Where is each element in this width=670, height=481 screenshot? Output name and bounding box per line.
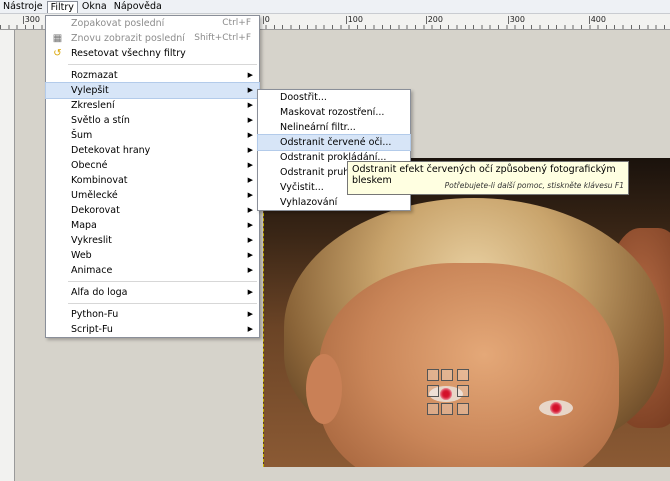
submenu-arrow-icon: ▶ bbox=[247, 221, 253, 229]
menu-item-reshow-last[interactable]: ▦ Znovu zobrazit poslední Shift+Ctrl+F bbox=[46, 31, 259, 46]
submenu-arrow-icon: ▶ bbox=[247, 71, 253, 79]
menu-item-label: Detekovat hrany bbox=[71, 145, 151, 156]
submenu-arrow-icon: ▶ bbox=[247, 191, 253, 199]
menu-item-repeat-last[interactable]: Zopakovat poslední Ctrl+F bbox=[46, 16, 259, 31]
photo-face bbox=[319, 263, 619, 467]
ruler-label: |0 bbox=[262, 15, 270, 24]
tooltip: Odstranit efekt červených očí způsobený … bbox=[347, 161, 629, 195]
menu-item-nl-filter[interactable]: Nelineární filtr... bbox=[258, 120, 410, 135]
filters-menu: Zopakovat poslední Ctrl+F ▦ Znovu zobraz… bbox=[45, 15, 260, 338]
menu-windows[interactable]: Okna bbox=[79, 0, 110, 13]
ruler-label: |300 bbox=[22, 15, 40, 24]
menu-separator bbox=[68, 303, 257, 304]
ruler-label: |200 bbox=[425, 15, 443, 24]
menu-item-alpha-to-logo[interactable]: Alfa do loga ▶ bbox=[46, 285, 259, 300]
menu-item-noise[interactable]: Šum ▶ bbox=[46, 128, 259, 143]
submenu-arrow-icon: ▶ bbox=[247, 325, 253, 333]
selection-handle[interactable] bbox=[457, 369, 469, 381]
red-eye-pupil bbox=[550, 402, 562, 414]
menu-item-web[interactable]: Web ▶ bbox=[46, 248, 259, 263]
menu-item-generic[interactable]: Obecné ▶ bbox=[46, 158, 259, 173]
menu-item-blur[interactable]: Rozmazat ▶ bbox=[46, 68, 259, 83]
menu-item-label: Kombinovat bbox=[71, 175, 128, 186]
submenu-arrow-icon: ▶ bbox=[247, 206, 253, 214]
shortcut-label: Ctrl+F bbox=[222, 18, 251, 28]
selection-handle[interactable] bbox=[427, 385, 439, 397]
menu-item-label: Zkreslení bbox=[71, 100, 115, 111]
menu-item-render[interactable]: Vykreslit ▶ bbox=[46, 233, 259, 248]
menu-item-label: Dekorovat bbox=[71, 205, 120, 216]
selection-handle[interactable] bbox=[457, 385, 469, 397]
menu-item-label: Vykreslit bbox=[71, 235, 112, 246]
menu-item-decor[interactable]: Dekorovat ▶ bbox=[46, 203, 259, 218]
menu-item-antialias[interactable]: Vyhlazování bbox=[258, 195, 410, 210]
submenu-arrow-icon: ▶ bbox=[247, 236, 253, 244]
menu-item-combine[interactable]: Kombinovat ▶ bbox=[46, 173, 259, 188]
menu-item-label: Umělecké bbox=[71, 190, 118, 201]
menu-tools[interactable]: Nástroje bbox=[0, 0, 46, 13]
menu-item-enhance[interactable]: Vylepšit ▶ bbox=[45, 82, 260, 99]
menu-item-label: Vylepšit bbox=[71, 85, 109, 96]
ruler-label: |300 bbox=[507, 15, 525, 24]
menu-separator bbox=[68, 64, 257, 65]
menu-help[interactable]: Nápověda bbox=[111, 0, 165, 13]
ruler-label: |100 bbox=[345, 15, 363, 24]
menu-item-label: Script-Fu bbox=[71, 324, 113, 335]
menu-separator bbox=[68, 281, 257, 282]
submenu-arrow-icon: ▶ bbox=[247, 101, 253, 109]
menu-item-label: Alfa do loga bbox=[71, 287, 128, 298]
vertical-ruler[interactable] bbox=[0, 30, 15, 481]
menu-item-label: Resetovat všechny filtry bbox=[71, 48, 186, 59]
menu-item-label: Python-Fu bbox=[71, 309, 119, 320]
menu-item-artistic[interactable]: Umělecké ▶ bbox=[46, 188, 259, 203]
submenu-arrow-icon: ▶ bbox=[247, 131, 253, 139]
selection-handle[interactable] bbox=[427, 403, 439, 415]
menu-item-label: Šum bbox=[71, 130, 93, 141]
menu-item-label: Mapa bbox=[71, 220, 97, 231]
tooltip-help-hint: Potřebujete-li další pomoc, stiskněte kl… bbox=[444, 181, 624, 190]
submenu-arrow-icon: ▶ bbox=[247, 86, 253, 94]
menu-item-label: Rozmazat bbox=[71, 70, 118, 81]
selection-handle[interactable] bbox=[427, 369, 439, 381]
menu-item-red-eye-removal[interactable]: Odstranit červené oči... bbox=[257, 134, 411, 151]
menu-item-light-shadow[interactable]: Světlo a stín ▶ bbox=[46, 113, 259, 128]
menu-item-label: Web bbox=[71, 250, 92, 261]
menu-item-animation[interactable]: Animace ▶ bbox=[46, 263, 259, 278]
menu-item-unsharp-mask[interactable]: Maskovat rozostření... bbox=[258, 105, 410, 120]
photo-ear bbox=[306, 354, 342, 424]
submenu-arrow-icon: ▶ bbox=[247, 161, 253, 169]
submenu-arrow-icon: ▶ bbox=[247, 176, 253, 184]
menu-item-label: Světlo a stín bbox=[71, 115, 130, 126]
submenu-arrow-icon: ▶ bbox=[247, 251, 253, 259]
right-eye bbox=[539, 400, 573, 416]
menu-item-distorts[interactable]: Zkreslení ▶ bbox=[46, 98, 259, 113]
menu-item-map[interactable]: Mapa ▶ bbox=[46, 218, 259, 233]
submenu-arrow-icon: ▶ bbox=[247, 116, 253, 124]
selection-handle[interactable] bbox=[441, 369, 453, 381]
menu-item-python-fu[interactable]: Python-Fu ▶ bbox=[46, 307, 259, 322]
menu-item-sharpen[interactable]: Doostřit... bbox=[258, 90, 410, 105]
menu-item-reset-all-filters[interactable]: ↺ Resetovat všechny filtry bbox=[46, 46, 259, 61]
selection-handle[interactable] bbox=[457, 403, 469, 415]
menu-item-label: Animace bbox=[71, 265, 113, 276]
submenu-arrow-icon: ▶ bbox=[247, 288, 253, 296]
menubar: Nástroje Filtry Okna Nápověda bbox=[0, 0, 670, 14]
submenu-arrow-icon: ▶ bbox=[247, 146, 253, 154]
shortcut-label: Shift+Ctrl+F bbox=[194, 33, 251, 43]
ruler-label: |400 bbox=[588, 15, 606, 24]
submenu-arrow-icon: ▶ bbox=[247, 266, 253, 274]
menu-item-label: Zopakovat poslední bbox=[71, 18, 165, 29]
selection-handle[interactable] bbox=[441, 403, 453, 415]
menu-item-script-fu[interactable]: Script-Fu ▶ bbox=[46, 322, 259, 337]
reshow-filter-icon: ▦ bbox=[52, 33, 63, 44]
submenu-arrow-icon: ▶ bbox=[247, 310, 253, 318]
menu-item-edge-detect[interactable]: Detekovat hrany ▶ bbox=[46, 143, 259, 158]
menu-item-label: Znovu zobrazit poslední bbox=[71, 33, 185, 44]
menu-item-label: Obecné bbox=[71, 160, 108, 171]
red-eye-pupil bbox=[440, 388, 452, 400]
reset-filters-icon: ↺ bbox=[53, 48, 62, 59]
menu-filters[interactable]: Filtry bbox=[46, 0, 78, 13]
